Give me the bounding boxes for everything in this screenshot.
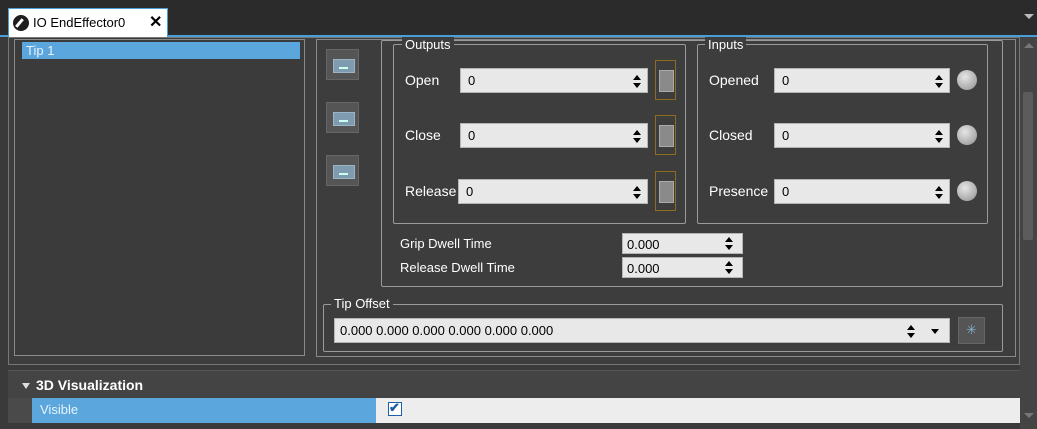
spinner-arrows-icon[interactable] bbox=[725, 257, 733, 277]
output-release-spinner[interactable]: 0 bbox=[458, 179, 648, 204]
output-open-indicator[interactable] bbox=[655, 60, 676, 100]
end-effector-icon bbox=[13, 15, 29, 31]
release-dwell-spinner[interactable]: 0.000 bbox=[622, 257, 743, 278]
spinner-arrows-icon[interactable] bbox=[935, 73, 943, 89]
output-close-value: 0 bbox=[468, 128, 476, 143]
release-dwell-label: Release Dwell Time bbox=[400, 260, 515, 275]
tip-offset-field[interactable]: 0.000 0.000 0.000 0.000 0.000 0.000 bbox=[334, 318, 950, 343]
tip-list[interactable] bbox=[14, 39, 305, 356]
collapse-triangle-icon[interactable] bbox=[22, 383, 30, 389]
lower-gripper-button[interactable] bbox=[326, 102, 359, 133]
input-closed-spinner[interactable]: 0 bbox=[774, 123, 950, 148]
spinner-arrows-icon[interactable] bbox=[935, 184, 943, 200]
input-opened-spinner[interactable]: 0 bbox=[774, 68, 950, 93]
scroll-down-icon[interactable] bbox=[1024, 413, 1034, 418]
input-label-opened: Opened bbox=[709, 72, 759, 88]
grip-dwell-spinner[interactable]: 0.000 bbox=[622, 233, 743, 254]
tab-io-endeffector[interactable]: IO EndEffector0 ✕ bbox=[8, 8, 168, 37]
spinner-arrows-icon[interactable] bbox=[907, 323, 915, 339]
input-opened-led-icon bbox=[957, 70, 977, 90]
output-label-close: Close bbox=[405, 127, 441, 143]
inputs-legend: Inputs bbox=[705, 37, 747, 52]
tab-title: IO EndEffector0 bbox=[33, 15, 126, 30]
input-label-closed: Closed bbox=[709, 127, 753, 143]
output-label-release: Release bbox=[405, 183, 457, 199]
output-open-value: 0 bbox=[468, 73, 476, 88]
input-closed-led-icon bbox=[957, 125, 977, 145]
scrollbar-thumb[interactable] bbox=[1023, 92, 1033, 240]
property-row-visible[interactable]: Visible bbox=[8, 398, 1020, 423]
property-name: Visible bbox=[32, 398, 376, 423]
section-title: 3D Visualization bbox=[36, 377, 144, 393]
output-close-spinner[interactable]: 0 bbox=[460, 123, 648, 148]
input-label-presence: Presence bbox=[709, 183, 769, 199]
input-closed-value: 0 bbox=[782, 128, 790, 143]
chevron-down-icon[interactable] bbox=[1024, 14, 1034, 19]
input-presence-spinner[interactable]: 0 bbox=[774, 179, 950, 204]
close-gripper-button[interactable] bbox=[326, 49, 359, 80]
scroll-up-icon[interactable] bbox=[1024, 43, 1034, 48]
release-dwell-value: 0.000 bbox=[627, 261, 660, 276]
spinner-arrows-icon[interactable] bbox=[725, 233, 733, 253]
input-presence-led-icon bbox=[957, 181, 977, 201]
input-opened-value: 0 bbox=[782, 73, 790, 88]
output-release-indicator[interactable] bbox=[655, 171, 676, 211]
spinner-arrows-icon[interactable] bbox=[633, 184, 641, 200]
output-release-value: 0 bbox=[466, 184, 474, 199]
pick-tip-offset-button[interactable] bbox=[958, 317, 985, 344]
raise-gripper-button[interactable] bbox=[326, 155, 359, 186]
grip-dwell-label: Grip Dwell Time bbox=[400, 236, 492, 251]
spinner-arrows-icon[interactable] bbox=[633, 73, 641, 89]
grip-dwell-value: 0.000 bbox=[627, 237, 660, 252]
chevron-down-icon[interactable] bbox=[931, 329, 939, 334]
close-icon[interactable]: ✕ bbox=[149, 12, 162, 32]
input-presence-value: 0 bbox=[782, 184, 790, 199]
spinner-arrows-icon[interactable] bbox=[935, 128, 943, 144]
output-close-indicator[interactable] bbox=[655, 115, 676, 155]
tip-offset-legend: Tip Offset bbox=[331, 296, 393, 311]
property-value[interactable] bbox=[376, 398, 1020, 423]
outputs-legend: Outputs bbox=[402, 37, 454, 52]
output-label-open: Open bbox=[405, 72, 440, 88]
spinner-arrows-icon[interactable] bbox=[633, 128, 641, 144]
visible-checkbox[interactable] bbox=[388, 400, 402, 416]
output-open-spinner[interactable]: 0 bbox=[460, 68, 648, 93]
list-item-tip-1[interactable]: Tip 1 bbox=[22, 42, 300, 59]
properties-section-header[interactable]: 3D Visualization bbox=[8, 370, 1020, 398]
tip-offset-value: 0.000 0.000 0.000 0.000 0.000 0.000 bbox=[340, 323, 554, 338]
